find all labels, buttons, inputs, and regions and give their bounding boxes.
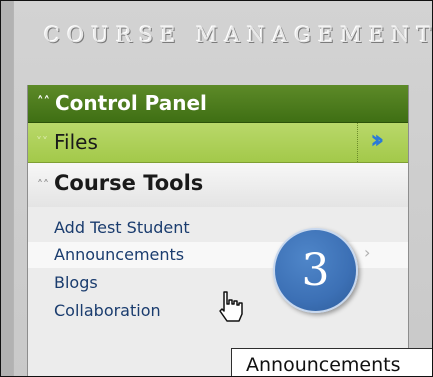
chevron-right-icon[interactable]: › <box>364 243 370 262</box>
double-chevron-up-icon: ˄˄ <box>37 95 50 110</box>
files-label: Files <box>54 130 98 154</box>
menu-item-add-test-student[interactable]: Add Test Student <box>28 215 408 241</box>
files-expand-button[interactable]: ›› <box>357 123 408 162</box>
screenshot-frame: COURSE MANAGEMENT ˄˄ Control Panel ˅˅ Fi… <box>0 0 433 377</box>
double-chevron-right-icon: ›› <box>370 125 385 155</box>
files-section[interactable]: ˅˅ Files ›› <box>28 123 408 163</box>
control-panel-label: Control Panel <box>55 91 207 115</box>
course-tools-label: Course Tools <box>54 171 204 195</box>
step-number-badge: 3 <box>273 228 358 313</box>
menu-item-label: Collaboration <box>54 301 161 320</box>
course-tools-header[interactable]: ˄˄ Course Tools <box>28 163 408 207</box>
menu-item-label: Announcements <box>54 245 185 264</box>
hand-pointer-cursor-icon <box>219 291 243 322</box>
course-management-title: COURSE MANAGEMENT <box>44 23 433 47</box>
menu-item-label: Add Test Student <box>54 218 190 237</box>
course-menu: ˄˄ Control Panel ˅˅ Files ›› ˄˄ Course T… <box>27 85 409 376</box>
tooltip: Announcements <box>231 348 432 376</box>
menu-item-label: Blogs <box>54 273 98 292</box>
control-panel-header[interactable]: ˄˄ Control Panel <box>28 85 408 123</box>
double-chevron-down-icon: ˅˅ <box>36 135 48 149</box>
double-chevron-up-icon: ˄˄ <box>37 178 49 192</box>
